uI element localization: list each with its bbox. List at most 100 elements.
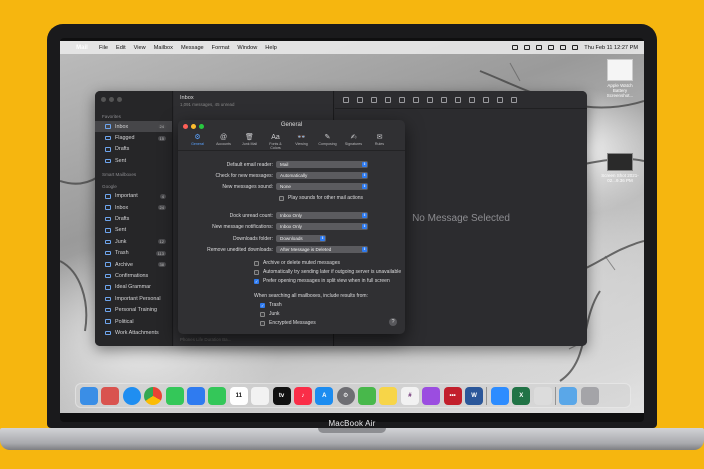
play-sounds-checkbox[interactable]: Play sounds for other mail actions	[279, 195, 363, 201]
search-icon[interactable]	[511, 96, 517, 103]
tab-rules[interactable]: ✉ Rules	[368, 131, 391, 150]
menu-app-name[interactable]: Mail	[73, 41, 91, 57]
tab-junk-mail[interactable]: 🗑 Junk Mail	[238, 131, 261, 150]
podcasts-icon[interactable]	[422, 386, 441, 405]
sidebar-item-important-personal[interactable]: Important Personal	[95, 293, 172, 304]
menu-format[interactable]: Format	[212, 45, 230, 51]
tab-viewing[interactable]: 👓 Viewing	[290, 131, 313, 150]
menu-message[interactable]: Message	[181, 45, 204, 51]
help-button[interactable]: ?	[389, 318, 397, 326]
tv-icon[interactable]: tv	[272, 386, 291, 405]
messages-icon[interactable]	[165, 386, 184, 405]
trash-icon[interactable]	[580, 386, 599, 405]
menu-edit[interactable]: Edit	[116, 45, 126, 51]
control-center-icon[interactable]	[572, 45, 579, 50]
music-icon[interactable]: ♪	[293, 386, 312, 405]
more-icon[interactable]	[497, 96, 503, 103]
tab-accounts[interactable]: @ Accounts	[212, 131, 235, 150]
sidebar-item-account-inbox[interactable]: Inbox 24	[95, 202, 172, 213]
preview-icon[interactable]	[533, 386, 552, 405]
check-messages-select[interactable]: Automatically ⇕	[276, 172, 368, 179]
search-encrypted-checkbox[interactable]: Encrypted Messages	[260, 320, 316, 326]
bluetooth-status-icon[interactable]	[524, 45, 531, 50]
remove-downloads-select[interactable]: After Message is Deleted ⇕	[276, 246, 368, 253]
reply-all-icon[interactable]	[427, 96, 433, 103]
maps-icon[interactable]	[358, 386, 377, 405]
dock-count-select[interactable]: Inbox Only ⇕	[276, 212, 368, 219]
lastpass-icon[interactable]: •••	[443, 386, 462, 405]
default-reader-select[interactable]: Mail ⇕	[276, 161, 368, 168]
sidebar-item-drafts[interactable]: Drafts	[95, 144, 172, 155]
sidebar-item-account-drafts[interactable]: Drafts	[95, 213, 172, 224]
system-preferences-icon[interactable]: ⚙	[336, 386, 355, 405]
move-icon[interactable]	[483, 96, 489, 103]
chrome-icon[interactable]	[144, 386, 163, 405]
menu-clock[interactable]: Thu Feb 11 12:27 PM	[584, 45, 638, 51]
notifications-select[interactable]: Inbox Only ⇕	[276, 223, 368, 230]
app-store-icon[interactable]: A	[315, 386, 334, 405]
sidebar-item-junk[interactable]: Junk 12	[95, 236, 172, 247]
downloads-folder-select[interactable]: Downloads ⇕	[276, 235, 326, 242]
sidebar-item-sent[interactable]: Sent	[95, 155, 172, 166]
search-trash-checkbox[interactable]: ✓ Trash	[260, 302, 282, 308]
search-junk-checkbox[interactable]: Junk	[260, 311, 280, 317]
get-mail-icon[interactable]	[343, 96, 349, 103]
sidebar-item-inbox[interactable]: Inbox 24	[95, 121, 172, 133]
facetime-icon[interactable]	[208, 386, 227, 405]
account-heading[interactable]: Google	[95, 182, 172, 191]
zoom-button[interactable]	[117, 97, 122, 102]
sidebar-item-archive[interactable]: Archive 38	[95, 259, 172, 270]
menu-file[interactable]: File	[99, 45, 108, 51]
menu-mailbox[interactable]: Mailbox	[154, 45, 173, 51]
tab-signatures[interactable]: ✍ Signatures	[342, 131, 365, 150]
finder-icon[interactable]	[80, 386, 98, 405]
tab-composing[interactable]: ✎ Composing	[316, 131, 339, 150]
new-sound-select[interactable]: None ⇕	[276, 183, 368, 190]
zoom-icon[interactable]	[490, 386, 509, 405]
slack-icon[interactable]: #	[400, 386, 419, 405]
minimize-button[interactable]	[109, 97, 114, 102]
send-later-checkbox[interactable]: Automatically try sending later if outgo…	[254, 269, 401, 275]
sidebar-item-account-sent[interactable]: Sent	[95, 225, 172, 236]
flag-icon[interactable]	[455, 96, 461, 103]
battery-status-icon[interactable]	[548, 45, 555, 50]
tab-general[interactable]: ⚙ General	[186, 131, 209, 150]
launchpad-icon[interactable]	[101, 386, 120, 405]
sidebar-item-important[interactable]: Important 4	[95, 191, 172, 202]
menu-help[interactable]: Help	[265, 45, 277, 51]
calendar-icon[interactable]: 11	[229, 386, 248, 405]
sidebar-item-trash[interactable]: Trash 113	[95, 248, 172, 259]
downloads-icon[interactable]	[559, 386, 578, 405]
search-status-icon[interactable]	[560, 45, 567, 50]
mail-icon[interactable]	[186, 386, 205, 405]
menu-window[interactable]: Window	[237, 45, 257, 51]
archive-muted-checkbox[interactable]: Archive or delete muted messages	[254, 260, 340, 266]
sidebar-item-ideal-grammar[interactable]: Ideal Grammar	[95, 282, 172, 293]
sidebar-item-personal-training[interactable]: Personal Training	[95, 304, 172, 315]
reminders-icon[interactable]	[251, 386, 270, 405]
word-icon[interactable]: W	[465, 386, 484, 405]
split-view-checkbox[interactable]: ✓ Prefer opening messages in split view w…	[254, 278, 390, 284]
smart-mailboxes-heading[interactable]: Smart Mailboxes	[95, 170, 172, 179]
excel-icon[interactable]: X	[512, 386, 531, 405]
delete-icon[interactable]	[385, 96, 391, 103]
message-row[interactable]: Phones Life Duration Ba...	[180, 337, 231, 342]
wifi-status-icon[interactable]	[536, 45, 543, 50]
sidebar-item-work-attachments[interactable]: Work Attachments	[95, 327, 172, 338]
archive-icon[interactable]	[371, 96, 377, 103]
sidebar-item-confirmations[interactable]: Confirmations	[95, 270, 172, 281]
sidebar-item-political[interactable]: Political	[95, 316, 172, 327]
compose-icon[interactable]	[357, 96, 363, 103]
menu-view[interactable]: View	[134, 45, 146, 51]
forward-icon[interactable]	[441, 96, 447, 103]
desktop-file[interactable]: Apple Watch Battery Screenshot...	[600, 59, 640, 98]
sidebar-item-flagged[interactable]: Flagged 15	[95, 132, 172, 143]
reply-icon[interactable]	[413, 96, 419, 103]
close-button[interactable]	[101, 97, 106, 102]
safari-icon[interactable]	[122, 386, 141, 405]
notes-icon[interactable]	[379, 386, 398, 405]
tab-fonts-colors[interactable]: Aa Fonts & Colors	[264, 131, 287, 150]
desktop-screenshot[interactable]: Screen Shot 2021-02...9.36 PM	[600, 153, 640, 183]
junk-icon[interactable]	[399, 96, 405, 103]
mute-icon[interactable]	[469, 96, 475, 103]
